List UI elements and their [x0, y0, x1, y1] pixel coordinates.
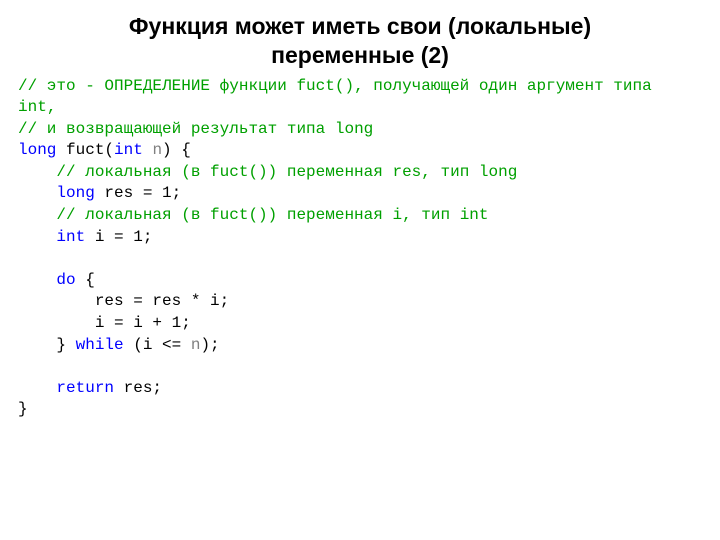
comment-text: // локальная (в	[56, 163, 210, 181]
indent	[18, 271, 56, 289]
code-text	[143, 141, 153, 159]
comment-line: // и возвращающей результат типа long	[18, 120, 373, 138]
comment-text: fuct()	[210, 206, 268, 224]
comment-text: // локальная (в	[56, 206, 210, 224]
code-line: }	[18, 400, 28, 418]
comment-line: int,	[18, 98, 56, 116]
keyword: return	[56, 379, 114, 397]
indent	[18, 292, 95, 310]
indent	[18, 379, 56, 397]
comment-text: , получающей один аргумент типа	[354, 77, 661, 95]
keyword: while	[76, 336, 124, 354]
identifier: n	[191, 336, 201, 354]
code-text: fuct(	[56, 141, 114, 159]
code-text: res = res * i;	[95, 292, 229, 310]
code-text: res;	[114, 379, 162, 397]
slide: Функция может иметь свои (локальные) пер…	[0, 0, 720, 540]
code-line: long fuct(int n) {	[18, 141, 191, 159]
code-line: // локальная (в fuct()) переменная i, ти…	[18, 206, 489, 224]
indent	[18, 163, 56, 181]
code-line: int i = 1;	[18, 228, 152, 246]
indent	[18, 314, 95, 332]
comment-text: i	[392, 206, 402, 224]
code-line: do {	[18, 271, 95, 289]
code-line: } while (i <= n);	[18, 336, 220, 354]
code-text: }	[56, 336, 75, 354]
comment-text: , тип	[402, 206, 460, 224]
comment-text: int	[18, 98, 47, 116]
code-line: res = res * i;	[18, 292, 229, 310]
comment-text: // это - ОПРЕДЕЛЕНИЕ функции	[18, 77, 296, 95]
code-text: );	[200, 336, 219, 354]
keyword: int	[114, 141, 143, 159]
code-text: {	[76, 271, 95, 289]
comment-text: long	[479, 163, 517, 181]
comment-text: fuct()	[210, 163, 268, 181]
indent	[18, 228, 56, 246]
code-text: (i <=	[124, 336, 191, 354]
code-line: return res;	[18, 379, 162, 397]
indent	[18, 184, 56, 202]
comment-text: ) переменная	[268, 206, 393, 224]
comment-text: res	[392, 163, 421, 181]
code-text: i = 1;	[85, 228, 152, 246]
keyword: long	[56, 184, 94, 202]
code-line: long res = 1;	[18, 184, 181, 202]
identifier: n	[152, 141, 162, 159]
comment-text: int	[460, 206, 489, 224]
comment-text: fuct()	[296, 77, 354, 95]
code-line: i = i + 1;	[18, 314, 191, 332]
comment-text: // и возвращающей результат типа	[18, 120, 335, 138]
keyword: do	[56, 271, 75, 289]
keyword: long	[18, 141, 56, 159]
code-block: // это - ОПРЕДЕЛЕНИЕ функции fuct(), пол…	[18, 76, 702, 422]
code-line: // локальная (в fuct()) переменная res, …	[18, 163, 517, 181]
comment-text: ) переменная	[268, 163, 393, 181]
comment-text: ,	[47, 98, 57, 116]
indent	[18, 336, 56, 354]
code-text: ) {	[162, 141, 191, 159]
slide-title: Функция может иметь свои (локальные) пер…	[18, 12, 702, 70]
code-text: res = 1;	[95, 184, 181, 202]
comment-line: // это - ОПРЕДЕЛЕНИЕ функции fuct(), пол…	[18, 77, 661, 95]
comment-text: , тип	[421, 163, 479, 181]
keyword: int	[56, 228, 85, 246]
code-text: i = i + 1;	[95, 314, 191, 332]
indent	[18, 206, 56, 224]
comment-text: long	[335, 120, 373, 138]
